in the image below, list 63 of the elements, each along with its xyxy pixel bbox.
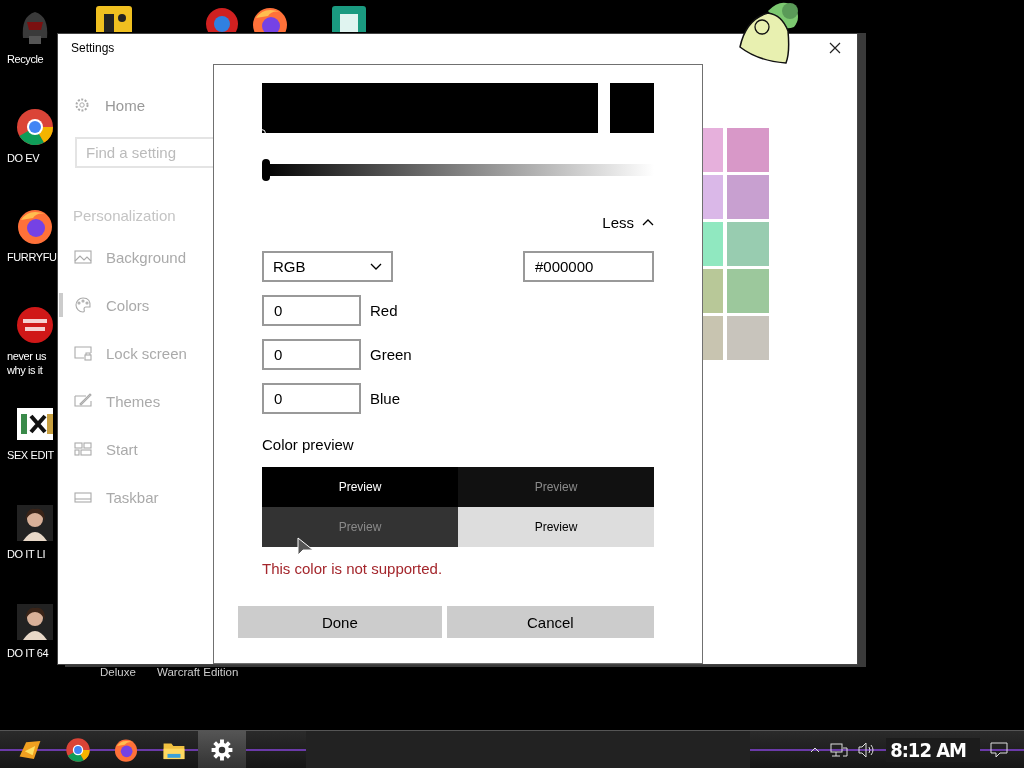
icon-label: Warcraft Edition <box>157 666 239 678</box>
portrait-icon[interactable] <box>15 602 55 642</box>
number-field[interactable]: 0 <box>262 295 361 326</box>
icon-label: never us why is it <box>6 349 47 377</box>
preview-swatch: Preview <box>262 467 458 507</box>
taskbar-button[interactable] <box>198 731 246 768</box>
section-heading: Color preview <box>262 436 355 454</box>
network-icon[interactable] <box>830 741 849 758</box>
color-sample <box>610 83 654 133</box>
error-message: This color is not supported. <box>262 560 443 577</box>
volume-icon[interactable] <box>858 741 877 758</box>
preview-swatch: Preview <box>262 507 458 547</box>
browser-icon[interactable] <box>15 107 55 147</box>
field-label: Blue <box>370 390 401 407</box>
color-swatch[interactable] <box>727 128 769 172</box>
section-heading: Personalization <box>72 206 177 226</box>
gear-icon <box>74 97 90 113</box>
dialog-button[interactable]: Done <box>238 606 442 638</box>
notification-icon[interactable] <box>990 741 1008 758</box>
icon-label: SEX EDIT <box>6 448 55 462</box>
portrait-icon[interactable] <box>15 503 55 543</box>
hex-field[interactable]: #000000 <box>523 251 654 282</box>
brush-icon <box>74 393 92 409</box>
icon-label: Deluxe <box>100 666 136 678</box>
taskbar-icon <box>74 489 92 505</box>
color-swatch[interactable] <box>727 175 769 219</box>
color-swatch[interactable] <box>703 128 723 172</box>
caret-icon[interactable] <box>810 745 821 754</box>
color-swatch[interactable] <box>727 316 769 360</box>
search-field[interactable]: Find a setting <box>75 137 213 168</box>
preview-swatch: Preview <box>458 507 654 547</box>
preview-swatch: Preview <box>458 467 654 507</box>
number-field[interactable]: 0 <box>262 383 361 414</box>
slider-thumb[interactable] <box>262 159 270 181</box>
browser-icon[interactable] <box>65 736 91 763</box>
less-toggle[interactable]: Less <box>602 212 654 232</box>
color-swatch[interactable] <box>703 316 723 360</box>
palette-icon <box>74 297 92 313</box>
dialog-button[interactable]: Cancel <box>446 606 654 638</box>
color-spectrum[interactable] <box>262 83 598 133</box>
lock-screen-icon <box>74 345 92 361</box>
app-icon[interactable] <box>15 305 55 345</box>
number-field[interactable]: 0 <box>262 339 361 370</box>
caret-icon <box>642 218 654 226</box>
window-title: Settings <box>71 41 115 55</box>
field-label: Red <box>370 302 398 319</box>
color-swatch[interactable] <box>703 269 723 313</box>
field-label: Green <box>370 346 412 363</box>
app-icon[interactable] <box>94 4 134 32</box>
icon-label: DO IT LI <box>6 547 47 561</box>
icon-label: Recycle <box>6 52 45 66</box>
color-swatch[interactable] <box>703 222 723 266</box>
icon-label: FURRYFU <box>6 250 55 264</box>
tiles-icon <box>74 441 92 457</box>
chevron-icon <box>370 262 382 271</box>
icon-label: DO EV <box>6 151 41 165</box>
color-swatch[interactable] <box>703 175 723 219</box>
color-swatch[interactable] <box>727 222 769 266</box>
icon-label: DO IT 64 <box>6 646 50 660</box>
close-icon[interactable] <box>829 42 841 54</box>
mode-dropdown[interactable]: RGB <box>262 251 393 282</box>
picture-icon <box>74 249 92 265</box>
color-swatch[interactable] <box>727 269 769 313</box>
